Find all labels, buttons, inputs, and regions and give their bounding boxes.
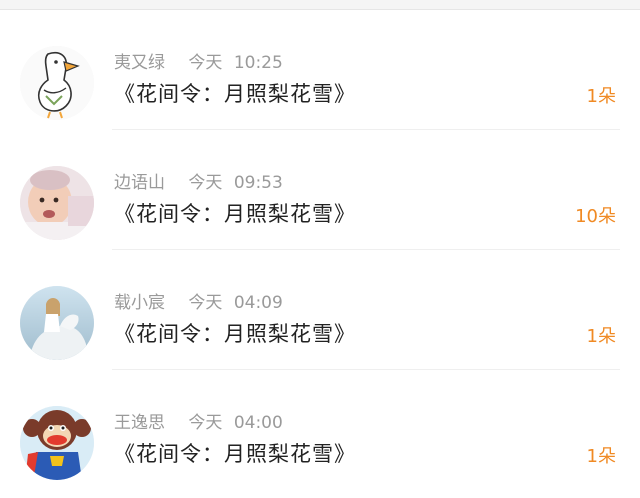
gift-title: 《花间令：月照梨花雪》 (114, 82, 356, 106)
sender-name: 载小宸 (114, 293, 165, 313)
list-item[interactable]: 王逸思 今天 04:00 《花间令：月照梨花雪》 1朵 (0, 370, 640, 490)
rider-photo-icon (20, 286, 94, 360)
rider-photo-avatar[interactable] (20, 286, 94, 360)
gift-message-list: 夷又绿 今天 10:25 《花间令：月照梨花雪》 1朵 边语山 今天 09:53 (0, 10, 640, 490)
gift-title: 《花间令：月照梨花雪》 (114, 322, 356, 346)
message-day: 今天 (188, 293, 223, 313)
sender-name: 夷又绿 (114, 53, 165, 73)
message-day: 今天 (188, 413, 223, 433)
baby-photo-icon (20, 166, 94, 240)
list-item[interactable]: 边语山 今天 09:53 《花间令：月照梨花雪》 10朵 (0, 130, 640, 250)
message-day: 今天 (188, 173, 223, 193)
flower-count: 1朵 (586, 326, 616, 347)
message-meta: 载小宸 今天 04:09 (114, 288, 283, 313)
sender-name: 王逸思 (114, 413, 165, 433)
baby-photo-avatar[interactable] (20, 166, 94, 240)
message-time: 09:53 (233, 173, 283, 193)
gift-title: 《花间令：月照梨花雪》 (114, 202, 356, 226)
flower-count: 10朵 (575, 206, 616, 227)
message-day: 今天 (188, 53, 223, 73)
list-item[interactable]: 夷又绿 今天 10:25 《花间令：月照梨花雪》 1朵 (0, 10, 640, 130)
top-bar (0, 0, 640, 10)
gift-title: 《花间令：月照梨花雪》 (114, 442, 356, 466)
message-meta: 王逸思 今天 04:00 (114, 408, 283, 433)
message-meta: 夷又绿 今天 10:25 (114, 48, 283, 73)
message-time: 04:00 (233, 413, 283, 433)
list-item[interactable]: 载小宸 今天 04:09 《花间令：月照梨花雪》 1朵 (0, 250, 640, 370)
goose-icon (20, 46, 94, 120)
message-time: 10:25 (233, 53, 283, 73)
white-goose-avatar[interactable] (20, 46, 94, 120)
sender-name: 边语山 (114, 173, 165, 193)
flower-count: 1朵 (586, 86, 616, 107)
flower-count: 1朵 (586, 446, 616, 467)
monkey-cartoon-avatar[interactable] (20, 406, 94, 480)
message-time: 04:09 (233, 293, 283, 313)
monkey-icon (20, 406, 94, 480)
message-meta: 边语山 今天 09:53 (114, 168, 283, 193)
